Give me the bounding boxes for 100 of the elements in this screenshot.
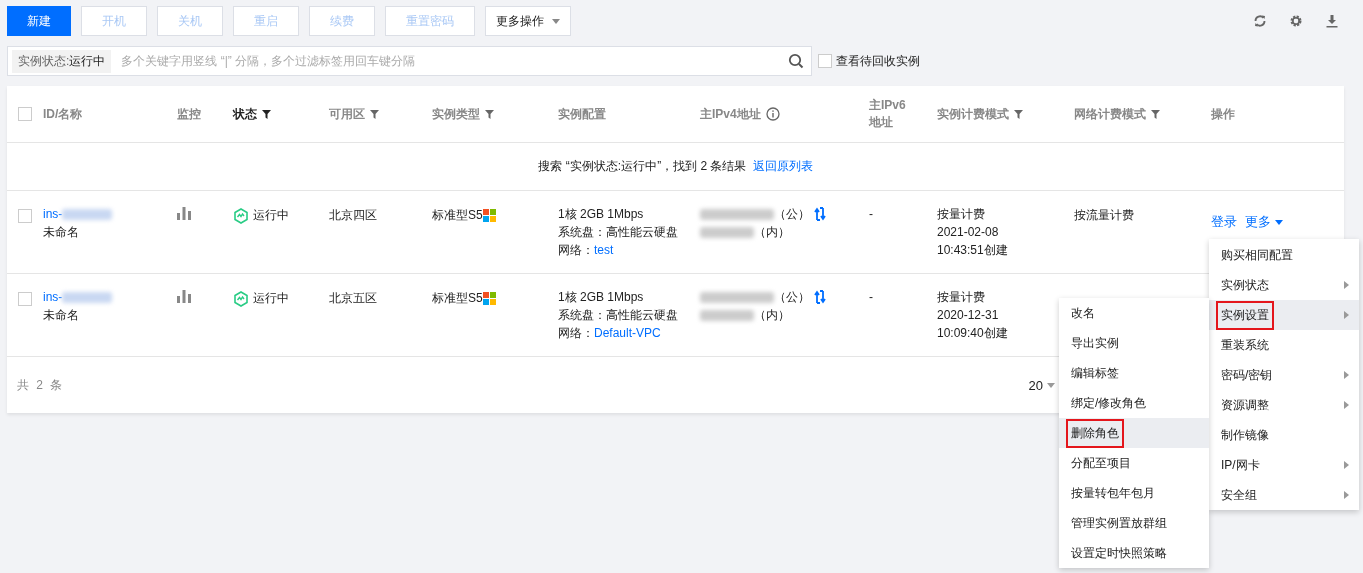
network-link[interactable]: Default-VPC [594,326,661,340]
disk-text: 系统盘：高性能云硬盘 [558,225,678,239]
status-text: 运行中 [253,207,289,224]
search-icon[interactable] [788,53,804,69]
caret-icon [1047,382,1055,388]
caret-icon [1275,219,1283,225]
row-checkbox[interactable] [18,292,32,306]
ip-type-text: （公） [774,290,810,304]
network-label: 网络： [558,243,594,257]
instance-type-text: 标准型S5 [432,290,483,307]
redacted-text [62,208,113,220]
checkbox[interactable] [818,54,832,68]
info-icon[interactable] [765,107,780,121]
menu-item[interactable]: 删除角色 [1059,418,1209,448]
column-header[interactable]: 实例配置 [558,105,606,123]
bar-chart-icon[interactable] [177,290,191,303]
network-link[interactable]: test [594,243,614,257]
config-text: 1核 2GB 1Mbps [558,290,644,304]
menu-item[interactable]: 资源调整 [1209,390,1359,420]
running-status-icon [233,290,249,307]
disk-text: 系统盘：高性能云硬盘 [558,308,678,322]
menu-item[interactable]: 实例设置 [1209,300,1359,330]
caret-icon [552,18,560,24]
swap-icon[interactable] [814,207,826,221]
download-icon[interactable] [1325,14,1339,28]
settings-icon[interactable] [1289,14,1303,28]
created-time: 10:43:51创建 [937,243,1008,257]
filter-tag[interactable]: 实例状态:运行中 [12,49,112,73]
ip-type-text: （公） [774,207,810,221]
created-time: 10:09:40创建 [937,326,1008,340]
toolbar-button[interactable]: 新建 [7,6,71,36]
submenu-arrow-icon [1344,281,1349,289]
column-header[interactable]: 主IPv4地址 [700,105,780,123]
back-to-list-link[interactable]: 返回原列表 [752,158,813,175]
billing-text: 按量计费 [937,290,985,304]
menu-item[interactable]: 按量转包年包月 [1059,478,1209,508]
menu-item[interactable]: 密码/密钥 [1209,360,1359,390]
created-date: 2021-02-08 [937,225,999,239]
zone-text: 北京四区 [329,207,377,224]
menu-item[interactable]: 实例状态 [1209,270,1359,300]
submenu-arrow-icon [1344,461,1349,469]
column-header[interactable]: 可用区 [329,105,379,123]
column-header[interactable]: 监控 [177,105,201,123]
network-billing-text: 按流量计费 [1074,207,1134,224]
refresh-icon[interactable] [1253,14,1267,28]
billing-text: 按量计费 [937,207,985,221]
menu-item[interactable]: IP/网卡 [1209,450,1359,480]
column-header[interactable]: 实例类型 [432,105,494,123]
zone-text: 北京五区 [329,290,377,307]
column-header[interactable]: 实例计费模式 [937,105,1023,123]
more-dropdown[interactable]: 更多 [1245,213,1283,231]
instance-type-text: 标准型S5 [432,207,483,224]
windows-icon [482,292,496,305]
instance-id-link[interactable]: ins- [43,290,63,304]
ipv6-text: - [869,290,873,304]
status-text: 运行中 [253,290,289,307]
column-header[interactable]: ID/名称 [43,105,83,123]
total-count: 共 2 条 [17,376,65,394]
ip-type-text: （内） [754,308,790,322]
instance-name: 未命名 [43,308,79,322]
menu-item[interactable]: 绑定/修改角色 [1059,388,1209,418]
instance-name: 未命名 [43,225,79,239]
menu-item[interactable]: 购买相同配置 [1209,240,1359,270]
menu-item[interactable]: 改名 [1059,298,1209,328]
windows-icon [482,209,496,222]
search-result-text: 搜索 “实例状态:运行中”，找到 2 条结果 [538,158,747,175]
running-status-icon [233,207,249,224]
network-label: 网络： [558,326,594,340]
submenu-arrow-icon [1344,311,1349,319]
filter-icon[interactable] [262,109,271,119]
redacted-text [62,291,113,303]
search-field[interactable]: 实例状态:运行中 多个关键字用竖线 “|” 分隔，多个过滤标签用回车键分隔 [7,46,812,76]
instance-id-link[interactable]: ins- [43,207,63,221]
submenu-arrow-icon [1344,401,1349,409]
toolbar-button[interactable]: 更多操作 [485,6,571,36]
select-all-checkbox[interactable] [18,107,32,121]
login-link[interactable]: 登录 [1211,213,1237,231]
page-size-select[interactable]: 20 [1028,377,1055,393]
menu-item[interactable]: 管理实例置放群组 [1059,508,1209,538]
menu-item[interactable]: 设置定时快照策略 [1059,538,1209,568]
menu-item[interactable]: 分配至项目 [1059,448,1209,478]
menu-item[interactable]: 安全组 [1209,480,1359,510]
menu-item[interactable]: 制作镜像 [1209,420,1359,450]
swap-icon[interactable] [814,290,826,304]
ipv6-text: - [869,207,873,221]
menu-item[interactable]: 重装系统 [1209,330,1359,360]
submenu-arrow-icon [1344,371,1349,379]
menu-item[interactable]: 导出实例 [1059,328,1209,358]
row-checkbox[interactable] [18,209,32,223]
column-header[interactable]: 状态 [233,105,271,123]
menu-item[interactable]: 编辑标签 [1059,358,1209,388]
redacted-text [700,309,754,321]
column-header[interactable]: 网络计费模式 [1074,105,1160,123]
checkbox-label: 查看待回收实例 [836,52,920,70]
created-date: 2020-12-31 [937,308,999,322]
column-header[interactable]: 主IPv6地址 [869,97,917,131]
submenu-arrow-icon [1344,491,1349,499]
bar-chart-icon[interactable] [177,207,191,220]
column-header[interactable]: 操作 [1211,105,1235,123]
config-text: 1核 2GB 1Mbps [558,207,644,221]
